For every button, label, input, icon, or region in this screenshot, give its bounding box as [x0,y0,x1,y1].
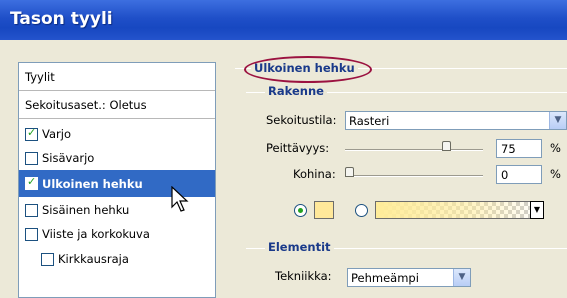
sidebar-item-drop-shadow[interactable]: ✓ Varjo [19,122,215,146]
structure-section-title: Rakenne [265,84,327,98]
technique-select[interactable]: Pehmeämpi ▼ [347,268,471,287]
noise-input[interactable]: 0 [496,165,542,184]
sidebar-item-bevel-emboss[interactable]: Viiste ja korkokuva [19,222,215,246]
noise-value: 0 [501,168,509,182]
noise-slider-track[interactable] [345,175,483,177]
opacity-slider-track[interactable] [345,149,483,151]
sidebar-item-contour[interactable]: Kirkkausraja [19,247,215,271]
sidebar-item-label: Kirkkausraja [58,252,129,266]
blending-options-label: Sekoitusaset.: Oletus [25,97,147,112]
outer-glow-checkbox[interactable]: ✓ [25,175,38,190]
technique-label: Tekniikka: [275,269,332,283]
sidebar-item-label: Viiste ja korkokuva [42,227,150,241]
gradient-radio[interactable] [355,204,368,217]
combo-arrow-icon[interactable]: ▼ [453,269,470,286]
technique-value: Pehmeämpi [351,271,419,285]
noise-unit: % [550,167,561,181]
opacity-unit: % [550,141,561,155]
styles-header[interactable]: Tyylit [19,63,215,91]
window-title: Tason tyyli [10,9,113,29]
sidebar-item-label: Sisäinen hehku [42,203,130,217]
glow-color-swatch[interactable] [314,201,334,219]
opacity-slider-thumb[interactable] [441,141,451,151]
opacity-value: 75 [501,142,516,156]
blend-mode-value: Rasteri [349,114,390,128]
blend-mode-select[interactable]: Rasteri ▼ [345,111,567,130]
noise-label: Kohina: [293,167,336,181]
inner-glow-checkbox[interactable] [25,203,38,217]
drop-shadow-checkbox[interactable]: ✓ [25,125,38,141]
inner-shadow-checkbox[interactable] [25,151,38,165]
gradient-dropdown-arrow-icon[interactable]: ▼ [530,201,544,219]
mouse-pointer-icon [171,186,189,212]
noise-slider-thumb[interactable] [345,167,354,177]
checkbox-check-icon: ✓ [27,125,37,139]
sidebar-item-label: Sisävarjo [42,151,95,165]
opacity-input[interactable]: 75 [496,139,542,158]
blend-mode-label: Sekoitustila: [266,113,337,127]
sidebar-item-label: Ulkoinen hehku [42,176,143,191]
sidebar-item-inner-shadow[interactable]: Sisävarjo [19,146,215,170]
checkbox-check-icon: ✓ [27,175,37,188]
contour-checkbox[interactable] [41,252,54,266]
combo-arrow-icon[interactable]: ▼ [549,112,566,129]
opacity-label: Peittävyys: [266,141,330,155]
bevel-emboss-checkbox[interactable] [25,227,38,241]
radio-selected-dot [298,208,303,213]
solid-color-radio[interactable] [294,204,307,217]
title-bar: Tason tyyli [0,0,567,40]
blending-options-item[interactable]: Sekoitusaset.: Oletus [19,91,215,119]
glow-gradient-picker[interactable]: ▼ [375,201,544,219]
elements-section-title: Elementit [265,240,334,254]
styles-list: Tyylit Sekoitusaset.: Oletus ✓ Varjo Sis… [18,62,216,298]
sidebar-item-label: Varjo [42,127,71,141]
highlight-ellipse [244,56,372,83]
styles-header-label: Tyylit [25,69,55,84]
